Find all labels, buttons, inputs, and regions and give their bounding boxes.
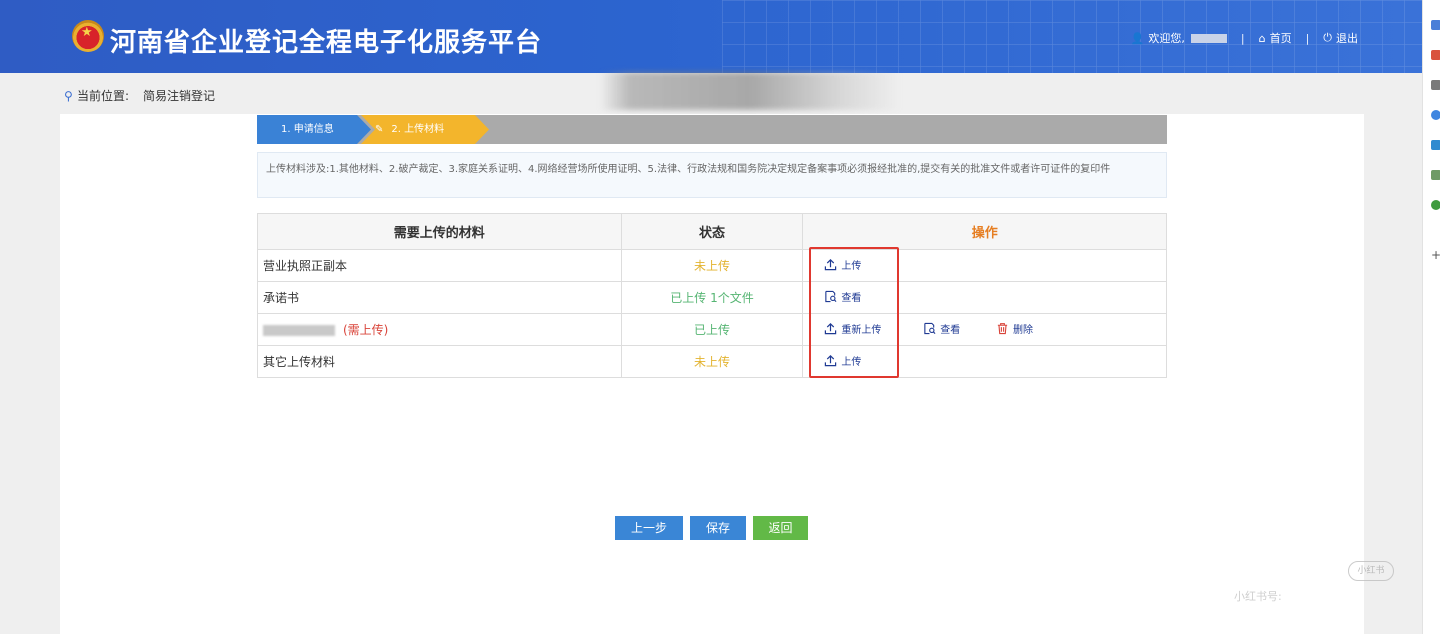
upload-button[interactable]: 上传	[824, 257, 861, 272]
table-row: 其它上传材料 未上传 上传	[257, 345, 1167, 378]
pencil-icon: ✎	[375, 124, 384, 135]
material-actions: 查看	[802, 281, 1167, 314]
material-status: 未上传	[620, 345, 804, 378]
step-label: 1. 申请信息	[281, 124, 334, 135]
national-emblem-icon	[72, 20, 104, 52]
material-name: 营业执照正副本	[257, 249, 622, 282]
view-button[interactable]: 查看	[923, 321, 960, 336]
view-label: 查看	[841, 293, 862, 304]
upload-label: 上传	[841, 357, 862, 368]
home-label: 首页	[1269, 32, 1292, 45]
nav-separator: |	[1240, 31, 1245, 45]
view-button[interactable]: 查看	[824, 289, 861, 304]
view-label: 查看	[940, 325, 961, 336]
step-upload-materials[interactable]: ✎ 2. 上传材料	[361, 115, 489, 144]
material-actions: 上传	[802, 249, 1167, 282]
home-link[interactable]: ⌂ 首页	[1259, 30, 1292, 46]
upload-button[interactable]: 上传	[824, 353, 861, 368]
back-button[interactable]: 返回	[753, 516, 808, 540]
table-row: 营业执照正副本 未上传 上传	[257, 249, 1167, 282]
delete-button[interactable]: 删除	[996, 321, 1033, 336]
redacted-info	[600, 72, 900, 110]
username-redacted	[1190, 33, 1227, 43]
reupload-button[interactable]: 重新上传	[824, 321, 881, 336]
table-row: (需上传) 已上传 重新上传 查看 删除	[257, 313, 1167, 346]
home-icon: ⌂	[1258, 31, 1266, 45]
required-tag: (需上传)	[343, 323, 389, 337]
watermark-logo: 小红书	[1348, 561, 1394, 581]
upload-icon	[825, 355, 837, 367]
header: 河南省企业登记全程电子化服务平台 👤 欢迎您, | ⌂ 首页 | ⏻ 退出	[0, 0, 1422, 73]
upload-label: 上传	[841, 261, 862, 272]
upload-icon	[825, 259, 837, 271]
material-name-redacted	[263, 325, 335, 336]
toolbar-icon[interactable]	[1431, 200, 1440, 210]
watermark-id: 小红书号:	[1234, 590, 1282, 603]
trash-icon	[997, 323, 1008, 335]
upload-notice: 上传材料涉及:1.其他材料、2.破产裁定、3.家庭关系证明、4.网络经营场所使用…	[257, 152, 1167, 198]
delete-label: 删除	[1013, 325, 1034, 336]
step-progress: 1. 申请信息 ✎ 2. 上传材料	[257, 115, 1167, 144]
welcome-text: 欢迎您,	[1148, 32, 1185, 45]
upload-icon	[825, 323, 837, 335]
view-file-icon	[924, 322, 936, 335]
table-header-row: 需要上传的材料 状态 操作	[257, 213, 1167, 250]
toolbar-icon[interactable]	[1431, 50, 1440, 60]
breadcrumb-label: 当前位置:	[77, 89, 130, 103]
material-actions: 重新上传 查看 删除	[802, 313, 1167, 346]
material-status: 已上传 1个文件	[620, 281, 804, 314]
table-row: 承诺书 已上传 1个文件 查看	[257, 281, 1167, 314]
material-actions: 上传	[802, 345, 1167, 378]
toolbar-icon[interactable]	[1431, 110, 1440, 120]
nav-separator: |	[1305, 31, 1310, 45]
view-file-icon	[825, 290, 837, 303]
add-icon[interactable]: +	[1431, 249, 1440, 261]
toolbar-icon[interactable]	[1431, 170, 1440, 180]
user-icon: 👤	[1130, 31, 1145, 45]
col-header-material: 需要上传的材料	[257, 213, 622, 250]
toolbar-icon[interactable]	[1431, 140, 1440, 150]
material-name: (需上传)	[257, 313, 622, 346]
welcome-user[interactable]: 👤 欢迎您,	[1131, 30, 1227, 46]
right-toolbar: +	[1422, 0, 1440, 634]
breadcrumb: ⚲ 当前位置: 简易注销登记	[64, 87, 215, 104]
step-label: 2. 上传材料	[391, 124, 445, 135]
toolbar-icon[interactable]	[1431, 80, 1440, 90]
step-apply-info[interactable]: 1. 申请信息	[257, 115, 371, 144]
materials-table: 需要上传的材料 状态 操作 营业执照正副本 未上传 上传 承诺书 已上传 1个文…	[257, 213, 1167, 378]
material-name: 其它上传材料	[257, 345, 622, 378]
location-pin-icon: ⚲	[64, 88, 73, 103]
logout-label: 退出	[1336, 32, 1358, 45]
top-nav: 👤 欢迎您, | ⌂ 首页 | ⏻ 退出	[1131, 30, 1358, 46]
power-icon: ⏻	[1323, 31, 1332, 44]
prev-step-button[interactable]: 上一步	[615, 516, 683, 540]
material-status: 已上传	[620, 313, 804, 346]
col-header-actions: 操作	[802, 213, 1167, 250]
save-button[interactable]: 保存	[690, 516, 746, 540]
logout-link[interactable]: ⏻ 退出	[1323, 30, 1358, 46]
material-name: 承诺书	[257, 281, 622, 314]
col-header-status: 状态	[620, 213, 804, 250]
toolbar-icon[interactable]	[1431, 20, 1440, 30]
reupload-label: 重新上传	[841, 325, 882, 336]
breadcrumb-value: 简易注销登记	[143, 89, 216, 103]
site-title: 河南省企业登记全程电子化服务平台	[110, 28, 543, 58]
material-status: 未上传	[620, 249, 804, 282]
